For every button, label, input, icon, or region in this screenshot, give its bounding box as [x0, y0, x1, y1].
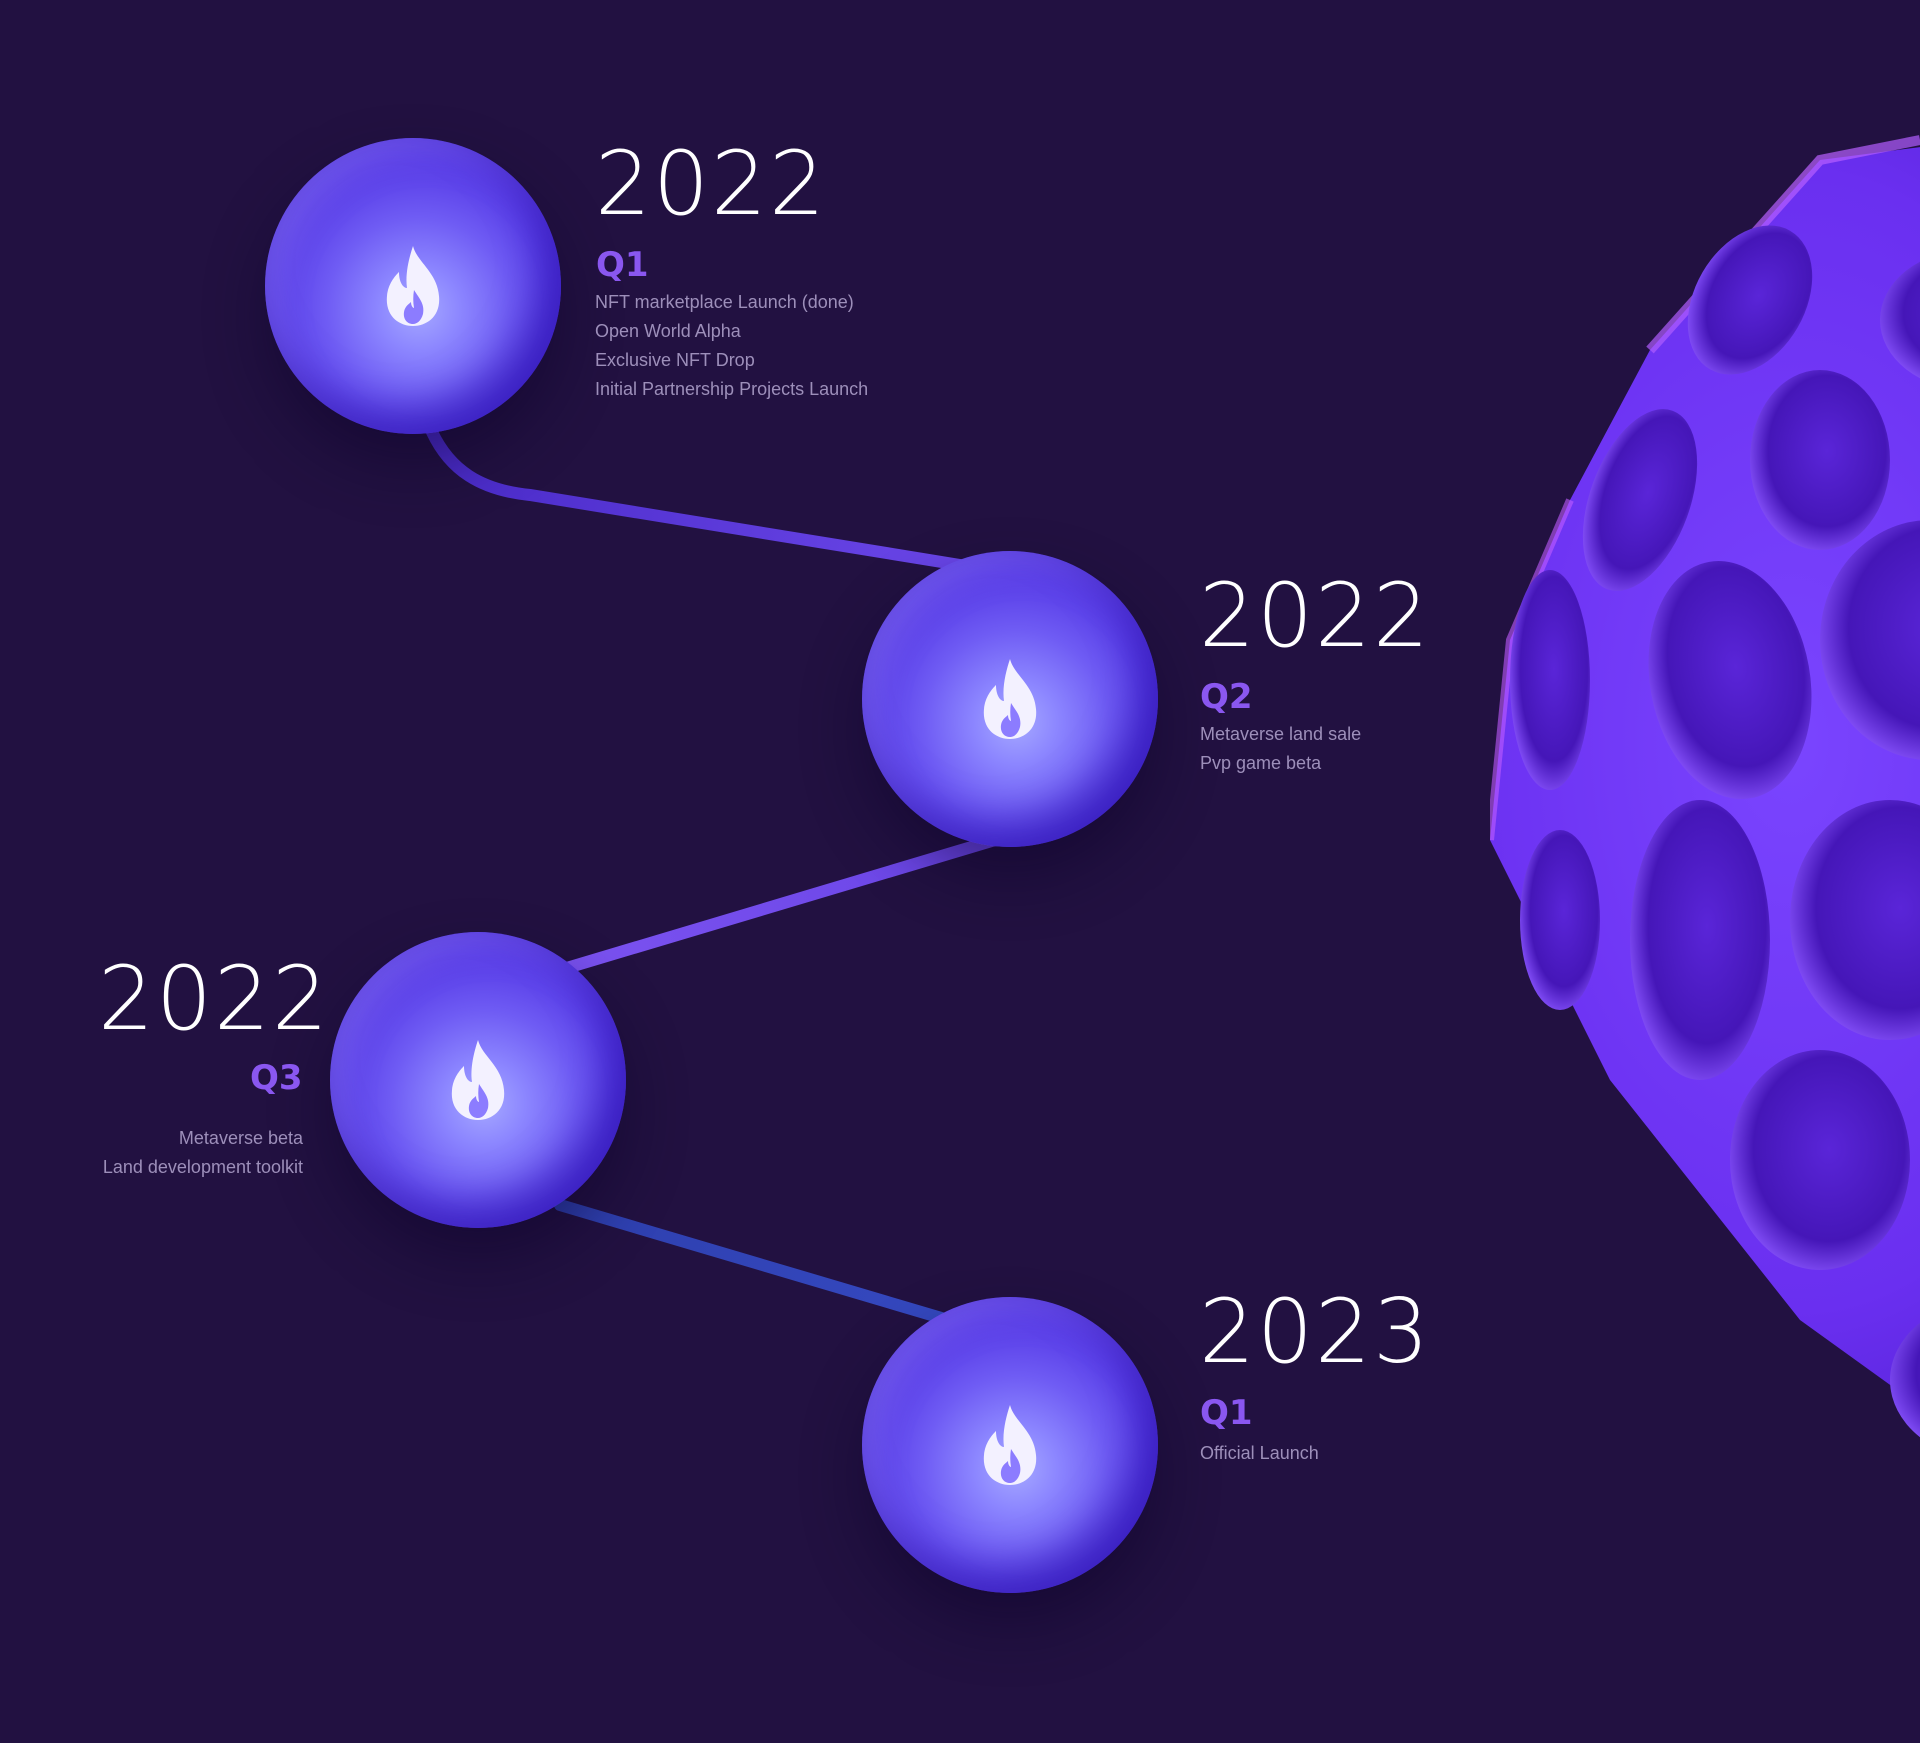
milestone-2-year: 2022: [1199, 564, 1431, 667]
connector-3: [554, 1199, 961, 1328]
connector-2: [554, 834, 1001, 976]
page-edge: [1920, 0, 1927, 1743]
milestone-sphere-4: [862, 1297, 1158, 1593]
milestone-3-quarter: Q3: [250, 1058, 303, 1098]
milestone-3-item: Land development toolkit: [102, 1157, 303, 1177]
flame-icon: [983, 1405, 1037, 1485]
milestone-1-item: Exclusive NFT Drop: [595, 350, 755, 370]
flame-icon: [983, 659, 1037, 739]
milestone-1-item: Open World Alpha: [595, 321, 741, 341]
milestone-1-quarter: Q1: [596, 245, 649, 285]
flame-icon: [451, 1040, 505, 1120]
milestone-1-item: NFT marketplace Launch (done): [595, 292, 854, 312]
porous-planet-decoration: [1490, 135, 1927, 1443]
flame-icon: [386, 246, 440, 326]
milestone-2-item: Pvp game beta: [1200, 753, 1322, 773]
milestone-1-year: 2022: [595, 132, 827, 235]
milestone-sphere-2: [862, 551, 1158, 847]
milestone-4-quarter: Q1: [1200, 1393, 1253, 1433]
milestone-1-item: Initial Partnership Projects Launch: [595, 379, 869, 399]
milestone-3-item: Metaverse beta: [178, 1128, 303, 1148]
roadmap-section: 2022 Q1 NFT marketplace Launch (done) Op…: [0, 0, 1927, 1743]
milestone-2-quarter: Q2: [1200, 677, 1253, 717]
milestone-sphere-1: [265, 138, 561, 434]
connector-1: [426, 426, 966, 571]
milestone-4-year: 2023: [1199, 1280, 1431, 1383]
milestone-2-item: Metaverse land sale: [1200, 724, 1362, 744]
milestone-3-items: Metaverse beta Land development toolkit: [60, 1124, 303, 1182]
milestone-2-items: Metaverse land sale Pvp game beta: [1200, 720, 1361, 778]
milestone-3-year: 2022: [98, 947, 330, 1050]
milestone-4-item: Official Launch: [1200, 1443, 1319, 1463]
milestone-sphere-3: [330, 932, 626, 1228]
milestone-1-items: NFT marketplace Launch (done) Open World…: [595, 288, 868, 404]
milestone-4-items: Official Launch: [1200, 1439, 1319, 1468]
